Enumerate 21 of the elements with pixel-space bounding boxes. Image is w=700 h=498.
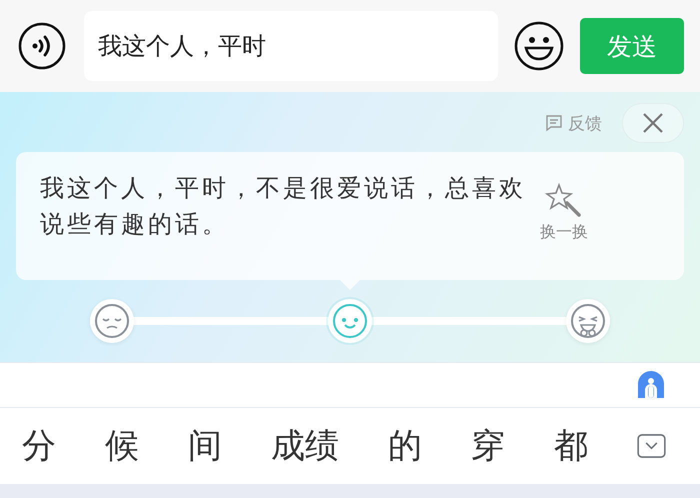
smiley-icon[interactable] — [514, 21, 564, 71]
suggestion-text[interactable]: 我这个人，平时，不是很爱说话，总喜欢说些有趣的话。 — [40, 170, 540, 280]
candidate-word[interactable]: 穿 — [471, 423, 505, 469]
magic-wand-icon — [545, 182, 583, 218]
mood-option[interactable] — [90, 299, 134, 343]
comment-icon[interactable] — [545, 114, 563, 132]
mood-option[interactable] — [328, 299, 372, 343]
candidate-word[interactable]: 分 — [22, 423, 56, 469]
sad-face-icon — [94, 303, 130, 339]
candidate-word[interactable]: 间 — [188, 423, 222, 469]
candidate-word[interactable]: 的 — [388, 423, 422, 469]
voice-icon[interactable] — [18, 22, 66, 70]
laughing-face-icon — [570, 303, 606, 339]
close-icon — [642, 112, 664, 134]
close-button[interactable] — [622, 103, 684, 143]
message-input-field[interactable]: 我这个人，平时 — [84, 11, 498, 81]
mood-option[interactable] — [566, 299, 610, 343]
candidate-word[interactable]: 都 — [554, 423, 588, 469]
candidate-word[interactable]: 成绩 — [271, 423, 339, 469]
candidate-word[interactable]: 候 — [105, 423, 139, 469]
smiling-face-icon — [332, 303, 368, 339]
